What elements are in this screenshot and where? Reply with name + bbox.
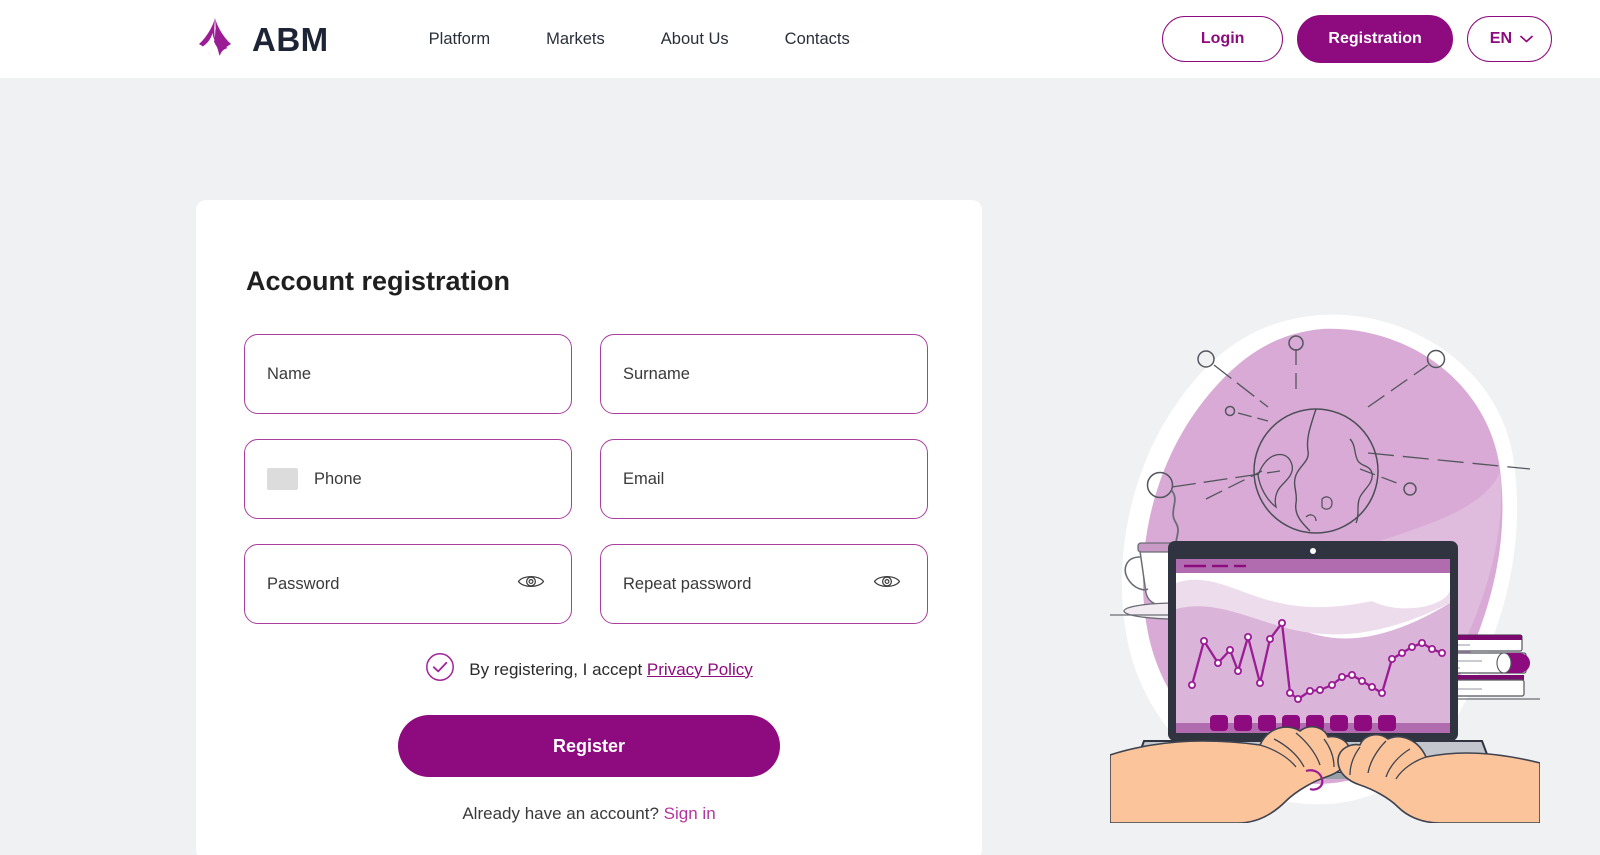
registration-card: Account registration Name Surname Phone …	[196, 200, 982, 855]
phone-field[interactable]: Phone	[244, 439, 572, 519]
login-button[interactable]: Login	[1161, 16, 1284, 62]
phone-field-placeholder: Phone	[314, 469, 362, 488]
surname-field-placeholder: Surname	[623, 364, 690, 383]
consent-text: By registering, I accept	[469, 659, 643, 679]
nav-item-platform[interactable]: Platform	[401, 22, 518, 57]
language-selector[interactable]: EN	[1466, 16, 1552, 62]
register-button[interactable]: Register	[398, 715, 780, 777]
person-using-laptop-with-analytics-chart-illustration	[1109, 303, 1541, 824]
repeat-password-field-placeholder: Repeat password	[623, 574, 752, 593]
registration-button[interactable]: Registration	[1297, 15, 1453, 63]
main-nav: Platform Markets About Us Contacts	[401, 22, 878, 57]
page-main: Account registration Name Surname Phone …	[0, 78, 1600, 855]
consent-label: By registering, I accept Privacy Policy	[469, 660, 752, 680]
header-actions: Login Registration EN	[1161, 15, 1552, 63]
signin-row: Already have an account? Sign in	[244, 804, 934, 824]
surname-field[interactable]: Surname	[600, 334, 928, 414]
eye-icon[interactable]	[517, 573, 545, 596]
check-circle-icon[interactable]	[425, 652, 455, 687]
name-field-placeholder: Name	[267, 364, 312, 383]
nav-item-markets[interactable]: Markets	[518, 22, 633, 57]
password-field-placeholder: Password	[267, 574, 340, 593]
name-field[interactable]: Name	[244, 334, 572, 414]
eye-icon[interactable]	[873, 573, 901, 596]
site-header: ABM Platform Markets About Us Contacts L…	[0, 0, 1600, 78]
password-field[interactable]: Password	[244, 544, 572, 624]
logo[interactable]: ABM	[192, 17, 329, 61]
abm-triangle-logo-icon	[192, 17, 238, 61]
chevron-down-icon	[1520, 35, 1533, 43]
nav-item-about-us[interactable]: About Us	[633, 22, 757, 57]
logo-text: ABM	[252, 20, 329, 58]
sign-in-link[interactable]: Sign in	[664, 804, 716, 823]
nav-item-contacts[interactable]: Contacts	[757, 22, 878, 57]
registration-form: Name Surname Phone Email Password Repeat…	[244, 334, 934, 624]
email-field[interactable]: Email	[600, 439, 928, 519]
signin-prompt-text: Already have an account?	[462, 804, 659, 823]
privacy-policy-link[interactable]: Privacy Policy	[647, 660, 753, 679]
flag-selector-icon[interactable]	[267, 468, 298, 490]
language-selector-label: EN	[1489, 30, 1512, 47]
repeat-password-field[interactable]: Repeat password	[600, 544, 928, 624]
page-title: Account registration	[246, 266, 511, 296]
email-field-placeholder: Email	[623, 469, 665, 488]
consent-row: By registering, I accept Privacy Policy	[244, 652, 934, 687]
